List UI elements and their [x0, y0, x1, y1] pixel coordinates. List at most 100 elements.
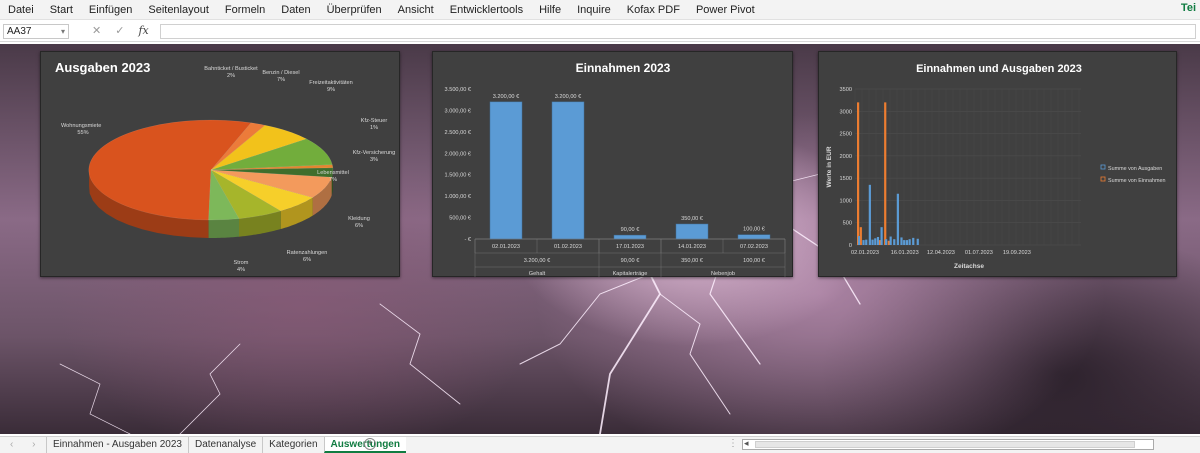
chart-title: Einnahmen und Ausgaben 2023 [916, 63, 1082, 75]
formula-bar: AA37 ▾ ✕ ✓ fx [0, 22, 1200, 42]
y-tick-label: 1.000,00 € [445, 194, 472, 200]
ribbon-tab-seitenlayout[interactable]: Seitenlayout [148, 4, 209, 16]
bar-data-label: 100,00 € [743, 227, 766, 233]
x-tick-label: 01.07.2023 [965, 250, 993, 256]
insert-function-icon[interactable]: fx [138, 24, 148, 37]
ribbon-tab-hilfe[interactable]: Hilfe [539, 4, 561, 16]
share-button[interactable]: Tei [1181, 2, 1196, 14]
formula-input[interactable] [160, 24, 1196, 39]
series-bar[interactable] [871, 239, 874, 245]
worksheet-area[interactable]: Ausgaben 2023 Wohnungsmiete 55% Bahnticket … [0, 44, 1200, 434]
series-bar[interactable] [905, 240, 909, 245]
pie-label: Kfz-Steuer [361, 118, 388, 124]
x-tick-label: 19.09.2023 [1003, 250, 1031, 256]
group-subtotal-label: 3.200,00 € [524, 258, 551, 264]
bar[interactable] [613, 234, 647, 240]
bar[interactable] [551, 101, 585, 240]
confirm-icon[interactable]: ✓ [115, 24, 124, 37]
horizontal-scrollbar[interactable]: ◂ [742, 438, 1154, 450]
bar-data-label: 90,00 € [621, 227, 641, 233]
x-tick-label: 12.04.2023 [927, 250, 955, 256]
scroll-left-icon[interactable]: ◂ [744, 438, 749, 449]
ribbon-menu: Datei Start Einfügen Seitenlayout Formeln Dat… [0, 0, 1200, 20]
ribbon-tab-start[interactable]: Start [50, 4, 73, 16]
pie-label: Benzin / Diesel [262, 70, 299, 76]
series-bar[interactable] [857, 236, 861, 245]
x-tick-label: 16.01.2023 [891, 250, 919, 256]
series-bar[interactable] [868, 184, 871, 245]
y-tick-label: - € [464, 237, 471, 243]
sheet-tab-einnahmen-ausgaben-2023[interactable]: Einnahmen - Ausgaben 2023 [46, 437, 188, 453]
group-subtotal-label: 350,00 € [681, 258, 704, 264]
series-bar[interactable] [912, 237, 915, 245]
pie-label: Lebensmittel [317, 170, 349, 176]
ribbon-tab-inquire[interactable]: Inquire [577, 4, 611, 16]
pie-chart-canvas: Ausgaben 2023 Wohnungsmiete55% Bahnticket … [55, 60, 395, 273]
name-box[interactable]: AA37 ▾ [3, 24, 69, 39]
series-bar[interactable] [916, 238, 919, 245]
bar[interactable] [737, 234, 771, 240]
y-tick-label: 3.000,00 € [445, 108, 472, 114]
ribbon-tab-ansicht[interactable]: Ansicht [398, 4, 434, 16]
y-tick-label: 3000 [840, 109, 852, 115]
series-bar[interactable] [908, 239, 911, 245]
series-bar[interactable] [885, 239, 888, 245]
group-name-label: Gehalt [529, 271, 546, 277]
ribbon-tab-datei[interactable]: Datei [8, 4, 34, 16]
sheet-nav-arrows-icon[interactable]: ‹ › [10, 439, 43, 450]
series-bar[interactable] [857, 102, 860, 245]
pie-wall-9 [208, 218, 239, 238]
ribbon-tab-power-pivot[interactable]: Power Pivot [696, 4, 755, 16]
ribbon-tab-überprüfen[interactable]: Überprüfen [327, 4, 382, 16]
pie-percent: 7% [329, 177, 337, 183]
y-tick-label: 1.500,00 € [445, 173, 472, 179]
bar-data-label: 3.200,00 € [493, 94, 520, 100]
chart-einnahmen-und-ausgaben-2023[interactable]: Einnahmen und Ausgaben 2023 3500 3000 2500 2… [818, 51, 1177, 277]
series-bar[interactable] [865, 239, 868, 245]
series-bar[interactable] [896, 193, 899, 245]
ribbon-tab-kofax-pdf[interactable]: Kofax PDF [627, 4, 680, 16]
chevron-down-icon[interactable]: ▾ [61, 25, 65, 38]
scrollbar-thumb[interactable] [755, 441, 1135, 448]
y-tick-label: 1000 [840, 198, 852, 204]
sheet-tab-datenanalyse[interactable]: Datenanalyse [188, 437, 262, 453]
cancel-icon[interactable]: ✕ [92, 24, 101, 37]
bar-data-label: 350,00 € [681, 216, 704, 222]
chart-title: Einnahmen 2023 [576, 61, 671, 75]
series-bar[interactable] [876, 236, 880, 245]
sheet-tab-kategorien[interactable]: Kategorien [262, 437, 323, 453]
chart-einnahmen-2023[interactable]: Einnahmen 2023 3.500,00 € 3.000,00 € 2.500,… [432, 51, 793, 277]
pie-label: Ratenzahlungen [287, 250, 328, 256]
add-sheet-button[interactable]: + [364, 438, 376, 450]
timeseries-chart-canvas: Einnahmen und Ausgaben 2023 3500 3000 2500 2… [826, 63, 1166, 270]
series-bar[interactable] [889, 236, 892, 245]
x-category-label: 01.02.2023 [554, 244, 582, 250]
legend-swatch [1100, 176, 1106, 182]
series-bar[interactable] [903, 240, 906, 245]
ribbon-tab-daten[interactable]: Daten [281, 4, 310, 16]
y-tick-label: 2.500,00 € [445, 130, 472, 136]
x-category-label: 07.02.2023 [740, 244, 768, 250]
y-tick-label: 500 [843, 221, 852, 227]
ribbon-tab-entwicklertools[interactable]: Entwicklertools [450, 4, 523, 16]
bar[interactable] [675, 223, 709, 240]
chart-title: Ausgaben 2023 [55, 60, 150, 75]
series-bar[interactable] [900, 237, 903, 245]
series-bar[interactable] [884, 102, 887, 245]
sheet-tab-bar: ‹ › Einnahmen - Ausgaben 2023 Datenanalys… [0, 436, 1200, 453]
pie-percent: 9% [327, 87, 335, 93]
bar[interactable] [489, 101, 523, 240]
x-category-label: 14.01.2023 [678, 244, 706, 250]
legend-entry: Summe von Einnahmen [1108, 178, 1166, 184]
more-options-icon[interactable]: ⋮ [728, 438, 738, 449]
y-tick-label: 3500 [840, 87, 852, 93]
ribbon-tab-einfügen[interactable]: Einfügen [89, 4, 132, 16]
group-subtotal-label: 90,00 € [621, 258, 641, 264]
series-bar[interactable] [893, 239, 896, 245]
chart-ausgaben-2023[interactable]: Ausgaben 2023 Wohnungsmiete 55% Bahnticket … [40, 51, 400, 277]
series-bar[interactable] [880, 227, 883, 245]
series-bar[interactable] [862, 240, 865, 245]
ribbon-tab-formeln[interactable]: Formeln [225, 4, 265, 16]
series-bar[interactable] [874, 238, 877, 245]
pie-percent: 1% [370, 125, 378, 131]
